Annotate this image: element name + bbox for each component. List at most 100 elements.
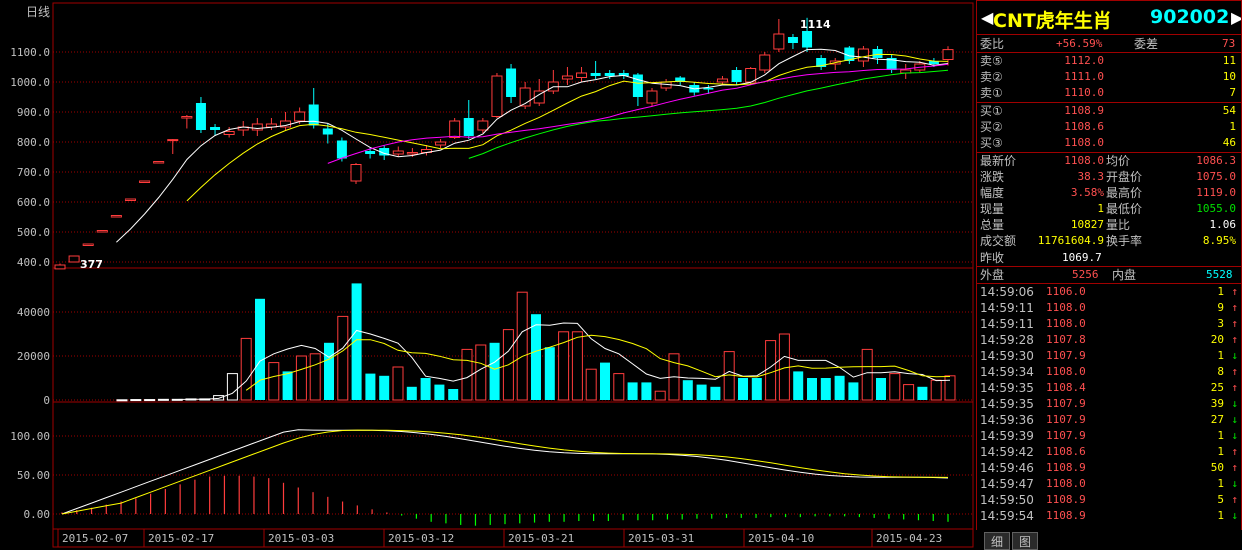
volume-bar-up <box>392 366 404 401</box>
volume-tick-label: 0 <box>43 394 50 407</box>
volume-bar-up <box>475 344 487 401</box>
price-tick-label: 600.0 <box>17 196 50 209</box>
tick-down-arrow-icon: ↓ <box>1231 397 1238 410</box>
stat-label: 最新价 <box>980 154 1017 168</box>
volume-bar-flat <box>226 373 238 401</box>
volume-bar-down <box>600 362 610 400</box>
tick-volume: 8 <box>1217 365 1224 378</box>
tick-up-arrow-icon: ↑ <box>1231 365 1238 378</box>
volume-bar-up <box>516 291 528 401</box>
volume-bar-down <box>379 375 390 400</box>
stat-value: 10827 <box>1070 218 1104 231</box>
tick-volume: 1 <box>1217 509 1224 522</box>
candle-body-down <box>506 68 517 97</box>
ask-price: 1111.0 <box>1064 70 1104 83</box>
weibi-label: 委比 <box>980 37 1005 51</box>
stat-value: 11761604.9 <box>1037 234 1104 247</box>
ask-row: 卖⑤ 1112.0 11 <box>976 53 1242 69</box>
stat-label: 最高价 <box>1106 186 1143 200</box>
tick-down-arrow-icon: ↓ <box>1231 413 1238 426</box>
date-label: 2015-02-17 <box>148 532 214 545</box>
ask-price: 1110.0 <box>1064 86 1104 99</box>
tick-down-arrow-icon: ↓ <box>1231 349 1238 362</box>
stat-value: 1086.3 <box>1196 154 1236 167</box>
peak-label: 1114 <box>800 18 831 31</box>
tick-row: 14:59:28 1107.8 20 ↑ <box>976 332 1242 348</box>
candle-body-down <box>872 49 883 58</box>
tick-up-arrow-icon: ↑ <box>1231 381 1238 394</box>
date-label: 2015-02-07 <box>62 532 128 545</box>
tick-volume: 25 <box>1210 381 1224 394</box>
volume-bar-down <box>710 386 721 400</box>
candle-body-up <box>406 152 418 155</box>
stat-value: 3.58% <box>1070 186 1104 199</box>
ask-row: 卖② 1111.0 10 <box>976 69 1242 85</box>
candle-body-up <box>167 139 179 142</box>
volume-bar-down <box>738 378 748 400</box>
candle-body-down <box>463 118 474 136</box>
volume-bar-down <box>820 378 831 400</box>
tick-row: 14:59:11 1108.0 9 ↑ <box>976 300 1242 316</box>
bid-label: 买② <box>980 120 1003 134</box>
tick-price: 1106.0 <box>1046 285 1086 298</box>
candle-body-down <box>787 37 798 43</box>
stat-label: 涨跌 <box>980 170 1005 184</box>
stat-label: 开盘价 <box>1106 170 1143 184</box>
bid-volume: 46 <box>1222 136 1236 149</box>
kline-chart[interactable]: 日线 1100.0 1000.0 900.0 800.0 700.0 600.0 500.0… <box>0 0 976 550</box>
tick-volume: 27 <box>1210 413 1224 426</box>
tick-price: 1108.9 <box>1046 509 1086 522</box>
candle <box>68 255 80 263</box>
tick-price: 1108.0 <box>1046 365 1086 378</box>
volume-bar-down <box>434 384 445 400</box>
tick-price: 1107.9 <box>1046 349 1086 362</box>
volume-bar-down <box>420 378 431 400</box>
tick-time: 14:59:34 <box>980 365 1034 379</box>
candle-body-up <box>576 72 588 78</box>
tick-price: 1108.0 <box>1046 477 1086 490</box>
tick-price: 1108.6 <box>1046 445 1086 458</box>
candle <box>576 67 588 82</box>
candle <box>280 112 292 130</box>
candle-body-up <box>392 150 404 155</box>
volume-bar-up <box>585 368 597 401</box>
candle-body-up <box>294 111 306 122</box>
tick-down-arrow-icon: ↓ <box>1231 477 1238 490</box>
candle <box>759 52 771 73</box>
candle <box>942 46 954 66</box>
date-label: 2015-03-31 <box>628 532 694 545</box>
tick-volume: 50 <box>1210 461 1224 474</box>
low-label: 377 <box>80 258 103 271</box>
volume-bar-up <box>240 337 252 401</box>
tick-row: 14:59:46 1108.9 50 ↑ <box>976 460 1242 476</box>
quote-header: ◀ CNT虎年生肖 902002 ▶ <box>976 0 1242 35</box>
candle-body-up <box>54 264 66 270</box>
prev-close-value: 1069.7 <box>1062 251 1102 264</box>
prev-stock-icon[interactable]: ◀ <box>981 8 993 27</box>
volume-bar-down <box>793 371 804 400</box>
tick-volume: 1 <box>1217 445 1224 458</box>
panel-tabs: 细 图 <box>984 532 1044 550</box>
quote-panel: ◀ CNT虎年生肖 902002 ▶ 委比 +56.59% 委差 73 卖⑤ 11… <box>976 0 1242 550</box>
tab-chart[interactable]: 图 <box>1012 532 1038 550</box>
tab-detail[interactable]: 细 <box>984 532 1010 550</box>
candle-body-up <box>139 180 151 183</box>
stat-label: 总量 <box>980 218 1005 232</box>
stat-row: 涨跌 38.3 开盘价 1075.0 <box>976 169 1242 185</box>
volume-bar-flat <box>116 399 128 402</box>
price-tick-label: 700.0 <box>17 166 50 179</box>
volume-bar-flat <box>130 399 142 402</box>
candle-body-up <box>716 78 728 83</box>
tick-price: 1107.9 <box>1046 397 1086 410</box>
stat-label: 均价 <box>1106 154 1131 168</box>
candle-body-up <box>857 48 869 62</box>
volume-bar-down <box>351 283 362 400</box>
candle <box>829 58 841 70</box>
tick-row: 14:59:39 1107.9 1 ↓ <box>976 428 1242 444</box>
volume-bar-up <box>861 348 873 401</box>
candle-body-down <box>210 127 221 130</box>
stat-label: 量比 <box>1106 218 1131 232</box>
volume-bar-up <box>613 373 625 401</box>
candle-body-up <box>773 33 785 50</box>
volume-bar-flat <box>213 395 225 401</box>
